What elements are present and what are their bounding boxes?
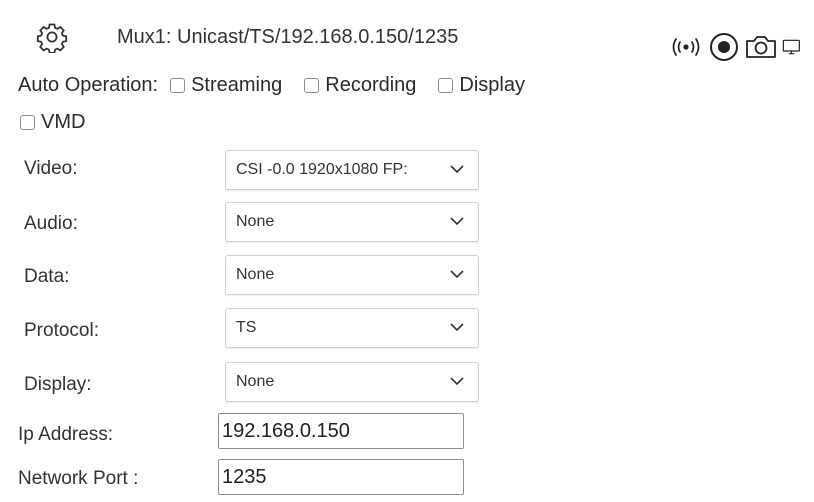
protocol-select[interactable]: TS [225, 308, 479, 348]
ip-address-label: Ip Address: [18, 424, 114, 445]
gear-icon[interactable] [36, 21, 68, 54]
checkbox-box[interactable] [304, 78, 320, 93]
chevron-down-icon [450, 319, 464, 337]
data-select[interactable]: None [225, 255, 479, 295]
display-select[interactable]: None [225, 362, 479, 402]
display-label: Display: [24, 374, 92, 395]
display-checkbox[interactable]: Display [438, 74, 525, 97]
status-icons [668, 30, 802, 64]
streaming-checkbox-label: Streaming [191, 74, 283, 96]
chevron-down-icon [450, 161, 464, 179]
network-port-label: Network Port : [18, 468, 139, 489]
monitor-icon[interactable] [782, 30, 802, 64]
recording-checkbox[interactable]: Recording [304, 74, 416, 97]
chevron-down-icon [450, 373, 464, 391]
camera-icon[interactable] [744, 30, 778, 64]
chevron-down-icon [450, 213, 464, 231]
audio-label: Audio: [24, 213, 78, 234]
checkbox-box[interactable] [438, 78, 454, 93]
display-select-value: None [236, 373, 275, 390]
vmd-checkbox-label: VMD [41, 111, 86, 133]
streaming-checkbox[interactable]: Streaming [170, 74, 282, 97]
checkbox-box[interactable] [170, 78, 186, 93]
ip-address-input[interactable]: 192.168.0.150 [218, 413, 464, 449]
audio-select-value: None [236, 213, 275, 230]
auto-operation-label: Auto Operation: [18, 74, 159, 96]
video-label: Video: [24, 158, 78, 179]
protocol-label: Protocol: [24, 320, 99, 341]
protocol-select-value: TS [236, 319, 257, 336]
data-select-value: None [236, 266, 275, 283]
auto-operation-row: Auto Operation: Streaming Recording Disp… [18, 74, 525, 97]
video-select[interactable]: CSI -0.0 1920x1080 FP: [225, 150, 479, 190]
mux-title: Mux1: Unicast/TS/192.168.0.150/1235 [117, 26, 459, 48]
chevron-down-icon [450, 266, 464, 284]
data-label: Data: [24, 266, 70, 287]
network-port-input[interactable]: 1235 [218, 459, 464, 495]
display-checkbox-label: Display [459, 74, 525, 96]
checkbox-box[interactable] [20, 115, 35, 130]
audio-select[interactable]: None [225, 202, 479, 242]
broadcast-icon[interactable] [668, 30, 704, 64]
vmd-checkbox[interactable]: VMD [20, 111, 85, 134]
recording-checkbox-label: Recording [325, 74, 417, 96]
record-icon[interactable] [708, 30, 740, 64]
video-select-value: CSI -0.0 1920x1080 FP: [236, 161, 408, 178]
